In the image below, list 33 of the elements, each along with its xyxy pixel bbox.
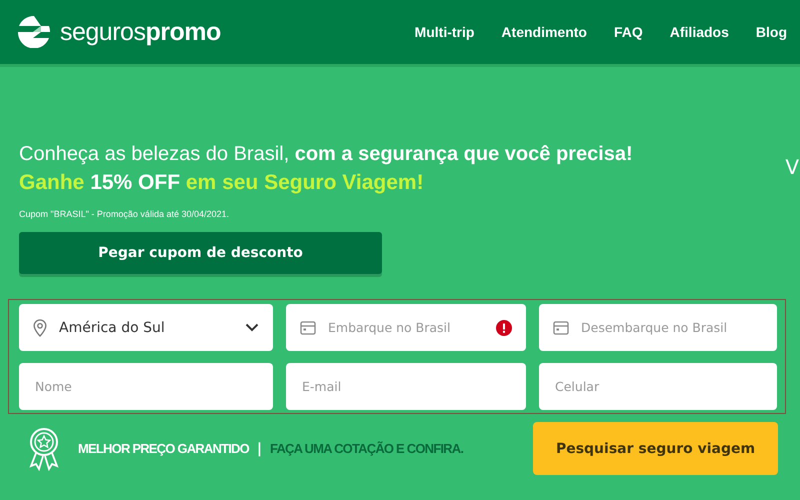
location-pin-icon	[33, 318, 47, 336]
separator-text: |	[256, 440, 262, 456]
nav-link[interactable]: Afiliados	[656, 24, 742, 40]
date-field[interactable]: Embarque no Brasil	[286, 304, 526, 351]
region-select[interactable]: América do Sul	[19, 304, 273, 351]
coupon-button[interactable]: Pegar cupom de desconto	[19, 232, 382, 274]
text-input[interactable]: Nome	[33, 378, 259, 395]
coupon-note: Cupom "BRASIL" - Promoção válida até 30/04/2021.	[19, 209, 230, 219]
search-button[interactable]: Pesquisar seguro viagem	[533, 422, 778, 475]
region-value[interactable]: América do Sul	[57, 318, 235, 336]
input-field[interactable]: E-mail	[286, 363, 526, 410]
chevron-down-icon	[245, 323, 259, 332]
text-input[interactable]: Celular	[553, 378, 763, 395]
input-field[interactable]: Nome	[19, 363, 273, 410]
date-field[interactable]: Desembarque no Brasil	[539, 304, 777, 351]
text-input[interactable]: E-mail	[300, 378, 512, 395]
headline: Conheça as belezas do Brasil, com a segurança que você precisa!	[19, 143, 634, 166]
guarantee-text: MELHOR PREÇO GARANTIDO	[78, 441, 249, 456]
tagline-text: FAÇA UMA COTAÇÃO E CONFIRA.	[270, 441, 464, 456]
nav-link[interactable]: Atendimento	[487, 24, 600, 40]
side-text: V	[785, 155, 799, 179]
logo-icon	[18, 16, 50, 48]
nav-link[interactable]: Multi-trip	[400, 24, 488, 40]
input-field[interactable]: Celular	[539, 363, 777, 410]
date-input[interactable]: Embarque no Brasil	[326, 319, 486, 336]
calendar-icon	[553, 320, 569, 335]
award-ribbon-icon	[28, 426, 60, 470]
date-input[interactable]: Desembarque no Brasil	[579, 319, 763, 336]
nav-link[interactable]: Blog	[742, 24, 800, 40]
promo-headline: Ganhe 15% OFF em seu Seguro Viagem!	[19, 171, 425, 195]
calendar-icon	[300, 320, 316, 335]
logo-text: segurospromo	[60, 18, 221, 46]
nav-link[interactable]: FAQ	[600, 24, 656, 40]
